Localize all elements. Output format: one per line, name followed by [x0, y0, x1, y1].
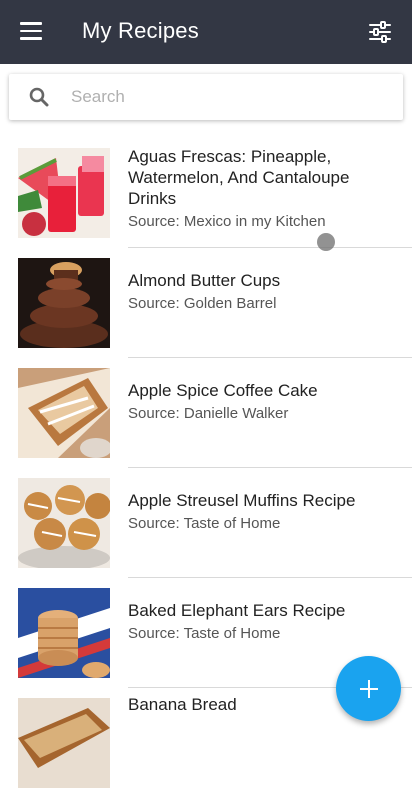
recipe-source: Source: Taste of Home [128, 625, 281, 642]
search-bar [9, 74, 403, 120]
app-bar: My Recipes [0, 0, 412, 64]
list-item[interactable]: Aguas Frescas: Pineapple, Watermelon, An… [0, 138, 412, 248]
sliders-filter-icon [369, 21, 391, 43]
touch-indicator [317, 233, 335, 251]
list-item[interactable]: Almond Butter Cups Source: Golden Barrel [0, 248, 412, 358]
filter-button[interactable] [368, 20, 392, 44]
list-item[interactable]: Apple Spice Coffee Cake Source: Danielle… [0, 358, 412, 468]
recipe-source: Source: Taste of Home [128, 515, 281, 532]
recipe-name: Almond Butter Cups [128, 271, 281, 290]
hamburger-menu-icon [20, 22, 44, 40]
search-input[interactable] [71, 74, 391, 120]
page-title: My Recipes [82, 18, 199, 43]
recipe-name: Baked Elephant Ears Recipe [128, 601, 346, 620]
recipe-source: Source: Golden Barrel [128, 295, 277, 312]
recipe-name: Apple Streusel Muffins Recipe [128, 491, 356, 510]
recipe-name: Aguas Frescas: Pineapple, Watermelon, An… [128, 147, 350, 208]
menu-button[interactable] [20, 22, 44, 42]
recipe-thumbnail [18, 258, 110, 348]
recipe-thumbnail [18, 588, 110, 678]
recipe-thumbnail [18, 698, 110, 788]
list-item[interactable]: Apple Streusel Muffins Recipe Source: Ta… [0, 468, 412, 578]
recipe-thumbnail [18, 368, 110, 458]
recipe-source: Source: Mexico in my Kitchen [128, 213, 326, 230]
recipe-name: Apple Spice Coffee Cake [128, 381, 318, 400]
recipe-thumbnail [18, 478, 110, 568]
add-recipe-button[interactable] [336, 656, 401, 721]
recipe-thumbnail [18, 148, 110, 238]
recipe-source: Source: Danielle Walker [128, 405, 289, 422]
plus-icon [359, 679, 378, 698]
search-icon [29, 87, 49, 107]
